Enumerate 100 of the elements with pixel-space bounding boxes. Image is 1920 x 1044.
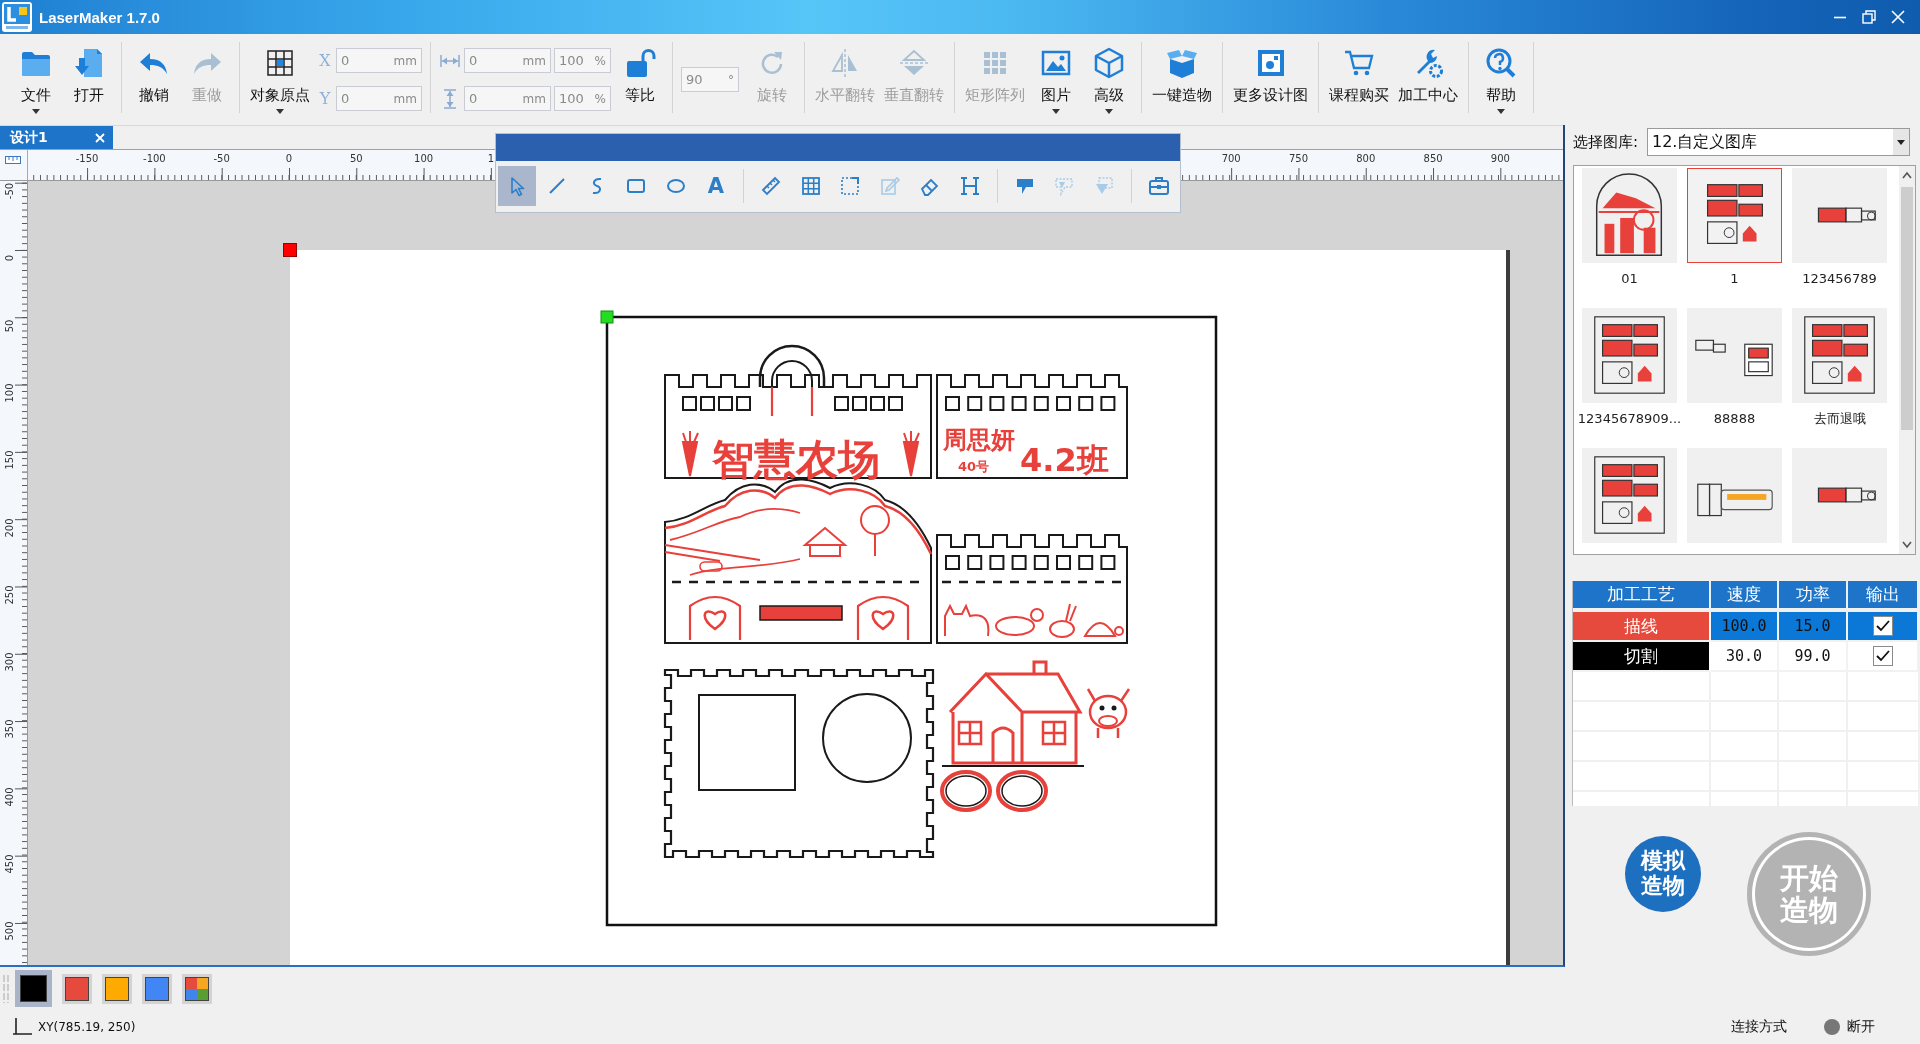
table-cell: 切割 bbox=[1573, 642, 1711, 672]
thumbnail-label: 88888 bbox=[1713, 411, 1756, 427]
thumbnail-label: 1 bbox=[1730, 271, 1739, 287]
ruler-label: 300 bbox=[3, 652, 15, 672]
thumbnail-label: 去而退哦 bbox=[1813, 411, 1866, 427]
toolbar-button[interactable]: 高级 bbox=[1083, 34, 1135, 122]
cube-icon bbox=[1093, 47, 1125, 79]
ruler-label: 700 bbox=[1221, 153, 1241, 164]
table-cell: 99.0 bbox=[1779, 642, 1848, 672]
dashed-bubble-icon bbox=[1053, 175, 1076, 197]
ruler-label: 1 bbox=[487, 153, 495, 164]
origin-marker-icon[interactable] bbox=[283, 243, 297, 257]
document-tab[interactable]: 设计1 bbox=[0, 126, 113, 149]
ruler-label: -50 bbox=[3, 182, 15, 200]
edit-icon bbox=[879, 175, 902, 197]
toolbar-button[interactable]: 打开 bbox=[63, 34, 115, 122]
library-dropdown[interactable]: 12.自定义图库 bbox=[1647, 128, 1910, 156]
color-swatch[interactable] bbox=[15, 970, 52, 1007]
color-swatch[interactable] bbox=[62, 973, 92, 1004]
ruler-label: 200 bbox=[3, 517, 15, 538]
close-icon[interactable] bbox=[95, 132, 105, 143]
ruler-label: 800 bbox=[1356, 153, 1376, 164]
color-swatch[interactable] bbox=[142, 973, 172, 1004]
axis-label: Y bbox=[318, 89, 332, 108]
toolbar-button[interactable]: 课程购买 bbox=[1325, 34, 1393, 122]
tool-button[interactable]: A bbox=[697, 166, 735, 206]
scrollbar-thumb[interactable] bbox=[1901, 187, 1913, 430]
restore-icon[interactable] bbox=[1862, 10, 1876, 24]
column-header: 功率 bbox=[1779, 581, 1848, 610]
toolbar-button[interactable]: 文件 bbox=[10, 34, 62, 122]
column-header: 输出 bbox=[1848, 581, 1918, 610]
grid-icon bbox=[264, 47, 296, 79]
connection-label: 连接方式 bbox=[1731, 1018, 1787, 1036]
ruler-label: 500 bbox=[3, 921, 15, 941]
ruler-label: 850 bbox=[1423, 153, 1443, 164]
toolbar-button[interactable]: 加工中心 bbox=[1394, 34, 1462, 122]
ruler-label: 450 bbox=[3, 854, 15, 874]
ruler-label: -150 bbox=[75, 153, 99, 164]
table-cell: 描线 bbox=[1573, 612, 1711, 642]
color-swatch[interactable] bbox=[102, 973, 132, 1004]
simulate-button[interactable]: 模拟造物 bbox=[1625, 836, 1701, 912]
window-title: LaserMaker 1.7.0 bbox=[39, 8, 160, 26]
help-icon bbox=[1485, 47, 1517, 79]
ruler-icon bbox=[759, 175, 782, 197]
toolbar-button[interactable]: 等比 bbox=[614, 34, 666, 122]
thumbnail-drawing[interactable] bbox=[1687, 168, 1782, 263]
ruler-label: 750 bbox=[1288, 153, 1309, 164]
box-icon bbox=[1166, 47, 1198, 79]
design-text: 智慧农场 bbox=[712, 435, 880, 484]
dimension-icon bbox=[958, 175, 981, 197]
design-text: 40号 bbox=[958, 459, 990, 474]
caret-icon bbox=[1893, 129, 1909, 155]
table-row[interactable]: 描线 100.0 15.0 bbox=[1573, 612, 1918, 642]
ruler-label: 50 bbox=[3, 319, 15, 332]
animal-head-drawing bbox=[1086, 687, 1131, 740]
toolbar-button[interactable]: 撤销 bbox=[128, 34, 180, 122]
close-icon[interactable] bbox=[1891, 10, 1905, 24]
thumbnail-label: 12345678909... bbox=[1577, 411, 1682, 427]
checkbox-icon[interactable] bbox=[1872, 646, 1893, 666]
axis-icon bbox=[12, 1018, 32, 1036]
grid-icon bbox=[799, 175, 822, 197]
connection-status: 断开 bbox=[1847, 1018, 1875, 1036]
axis-label: X bbox=[318, 51, 332, 70]
toolbar-button[interactable]: 一键造物 bbox=[1148, 34, 1216, 122]
toolbar-button[interactable]: 图片 bbox=[1030, 34, 1082, 122]
anchor-marker-icon bbox=[600, 310, 614, 324]
padlock-icon bbox=[624, 47, 656, 79]
field-label: 选择图库: bbox=[1573, 132, 1640, 152]
toolbar-button[interactable]: 帮助 bbox=[1475, 34, 1527, 122]
ruler-label: -50 bbox=[213, 153, 230, 164]
ruler-label: 400 bbox=[3, 787, 15, 807]
app-logo-icon bbox=[1, 1, 33, 33]
table-cell: 30.0 bbox=[1711, 642, 1779, 672]
table-row[interactable]: 切割 30.0 99.0 bbox=[1573, 642, 1918, 672]
document-arrow-icon bbox=[73, 47, 105, 79]
ruler-label: 0 bbox=[3, 255, 15, 262]
checkbox-icon[interactable] bbox=[1872, 616, 1893, 636]
ruler-label: 100 bbox=[3, 383, 15, 403]
ruler-label: 250 bbox=[3, 585, 15, 605]
ruler-label: 50 bbox=[349, 153, 363, 164]
thumbnail-label: 123456789 bbox=[1802, 271, 1877, 287]
toolbox-icon bbox=[1148, 175, 1171, 197]
ruler-label: -100 bbox=[143, 153, 166, 164]
design-text: 4.2班 bbox=[1020, 441, 1109, 479]
dashed-square-icon bbox=[839, 175, 862, 197]
toolbar-button[interactable]: 对象原点 bbox=[246, 34, 314, 122]
thumbnail-label: 01 bbox=[1621, 271, 1638, 287]
column-header: 加工工艺 bbox=[1573, 581, 1711, 610]
ruler-label: 900 bbox=[1490, 153, 1510, 164]
grip-icon bbox=[3, 973, 9, 1004]
multicolor-swatch[interactable] bbox=[182, 973, 212, 1004]
column-header: 速度 bbox=[1711, 581, 1779, 610]
ruler-label: 150 bbox=[3, 450, 15, 470]
oval-drawing bbox=[996, 770, 1048, 812]
ruler-label: 0 bbox=[285, 153, 293, 164]
ruler-icon bbox=[5, 156, 21, 164]
ruler-label: 100 bbox=[414, 153, 434, 164]
toolbar-button[interactable]: 更多设计图 bbox=[1229, 34, 1312, 122]
oval-drawing bbox=[940, 770, 992, 812]
ruler-label: 350 bbox=[3, 719, 15, 739]
